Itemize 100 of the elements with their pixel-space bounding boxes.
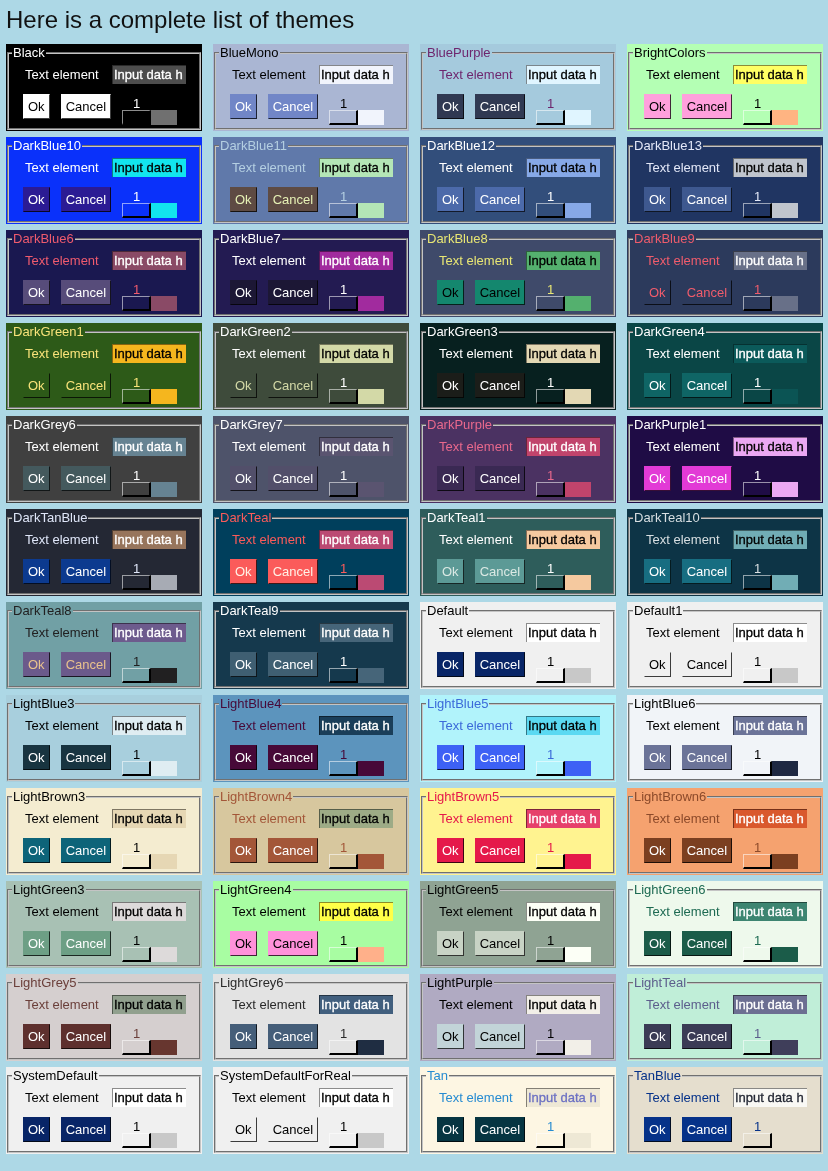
- input-field[interactable]: Input data h: [319, 437, 393, 456]
- cancel-button[interactable]: Cancel: [681, 559, 733, 584]
- cancel-button[interactable]: Cancel: [60, 94, 112, 119]
- slider-thumb[interactable]: [329, 1040, 359, 1055]
- ok-button[interactable]: Ok: [437, 94, 464, 119]
- ok-button[interactable]: Ok: [437, 931, 464, 956]
- slider-track[interactable]: [743, 668, 799, 683]
- cancel-button[interactable]: Cancel: [474, 187, 526, 212]
- cancel-button[interactable]: Cancel: [681, 466, 733, 491]
- input-field[interactable]: Input data h: [319, 530, 393, 549]
- ok-button[interactable]: Ok: [230, 94, 257, 119]
- ok-button[interactable]: Ok: [230, 1024, 257, 1049]
- ok-button[interactable]: Ok: [23, 652, 50, 677]
- ok-button[interactable]: Ok: [23, 187, 50, 212]
- ok-button[interactable]: Ok: [644, 1117, 671, 1142]
- input-field[interactable]: Input data h: [526, 995, 600, 1014]
- ok-button[interactable]: Ok: [230, 280, 257, 305]
- cancel-button[interactable]: Cancel: [681, 1024, 733, 1049]
- ok-button[interactable]: Ok: [230, 1117, 257, 1142]
- input-field[interactable]: Input data h: [112, 344, 186, 363]
- slider-thumb[interactable]: [122, 203, 152, 218]
- slider-track[interactable]: [122, 482, 178, 497]
- cancel-button[interactable]: Cancel: [267, 931, 319, 956]
- slider-track[interactable]: [122, 389, 178, 404]
- slider-thumb[interactable]: [536, 296, 566, 311]
- ok-button[interactable]: Ok: [230, 187, 257, 212]
- slider-thumb[interactable]: [122, 947, 152, 962]
- cancel-button[interactable]: Cancel: [60, 559, 112, 584]
- slider-thumb[interactable]: [122, 761, 152, 776]
- ok-button[interactable]: Ok: [230, 838, 257, 863]
- slider-thumb[interactable]: [536, 854, 566, 869]
- slider-thumb[interactable]: [743, 389, 773, 404]
- slider-track[interactable]: [743, 761, 799, 776]
- cancel-button[interactable]: Cancel: [267, 187, 319, 212]
- slider-thumb[interactable]: [329, 1133, 359, 1148]
- slider-thumb[interactable]: [329, 575, 359, 590]
- cancel-button[interactable]: Cancel: [681, 373, 733, 398]
- cancel-button[interactable]: Cancel: [60, 373, 112, 398]
- slider-thumb[interactable]: [743, 1040, 773, 1055]
- slider-track[interactable]: [536, 575, 592, 590]
- ok-button[interactable]: Ok: [23, 559, 50, 584]
- slider-thumb[interactable]: [743, 668, 773, 683]
- ok-button[interactable]: Ok: [644, 187, 671, 212]
- slider-track[interactable]: [743, 482, 799, 497]
- input-field[interactable]: Input data h: [112, 65, 186, 84]
- ok-button[interactable]: Ok: [23, 280, 50, 305]
- ok-button[interactable]: Ok: [230, 745, 257, 770]
- input-field[interactable]: Input data h: [319, 809, 393, 828]
- cancel-button[interactable]: Cancel: [474, 373, 526, 398]
- ok-button[interactable]: Ok: [644, 280, 671, 305]
- slider-track[interactable]: [329, 668, 385, 683]
- cancel-button[interactable]: Cancel: [60, 652, 112, 677]
- slider-thumb[interactable]: [122, 296, 152, 311]
- ok-button[interactable]: Ok: [437, 1117, 464, 1142]
- ok-button[interactable]: Ok: [23, 373, 50, 398]
- input-field[interactable]: Input data h: [733, 65, 807, 84]
- slider-track[interactable]: [536, 482, 592, 497]
- cancel-button[interactable]: Cancel: [474, 745, 526, 770]
- slider-thumb[interactable]: [743, 575, 773, 590]
- slider-thumb[interactable]: [743, 947, 773, 962]
- ok-button[interactable]: Ok: [644, 652, 671, 677]
- cancel-button[interactable]: Cancel: [60, 466, 112, 491]
- slider-track[interactable]: [743, 575, 799, 590]
- slider-track[interactable]: [329, 854, 385, 869]
- cancel-button[interactable]: Cancel: [267, 652, 319, 677]
- input-field[interactable]: Input data h: [319, 158, 393, 177]
- slider-thumb[interactable]: [743, 482, 773, 497]
- ok-button[interactable]: Ok: [23, 466, 50, 491]
- ok-button[interactable]: Ok: [644, 466, 671, 491]
- input-field[interactable]: Input data h: [112, 437, 186, 456]
- input-field[interactable]: Input data h: [733, 530, 807, 549]
- ok-button[interactable]: Ok: [23, 94, 50, 119]
- input-field[interactable]: Input data h: [733, 344, 807, 363]
- ok-button[interactable]: Ok: [23, 1024, 50, 1049]
- slider-track[interactable]: [122, 1040, 178, 1055]
- cancel-button[interactable]: Cancel: [60, 280, 112, 305]
- input-field[interactable]: Input data h: [112, 158, 186, 177]
- cancel-button[interactable]: Cancel: [474, 931, 526, 956]
- input-field[interactable]: Input data h: [319, 65, 393, 84]
- slider-track[interactable]: [122, 761, 178, 776]
- ok-button[interactable]: Ok: [644, 838, 671, 863]
- slider-thumb[interactable]: [536, 1040, 566, 1055]
- cancel-button[interactable]: Cancel: [60, 1117, 112, 1142]
- slider-track[interactable]: [329, 389, 385, 404]
- ok-button[interactable]: Ok: [230, 373, 257, 398]
- ok-button[interactable]: Ok: [23, 1117, 50, 1142]
- input-field[interactable]: Input data h: [733, 251, 807, 270]
- slider-thumb[interactable]: [536, 668, 566, 683]
- input-field[interactable]: Input data h: [733, 716, 807, 735]
- cancel-button[interactable]: Cancel: [474, 94, 526, 119]
- slider-track[interactable]: [122, 947, 178, 962]
- input-field[interactable]: Input data h: [733, 1088, 807, 1107]
- ok-button[interactable]: Ok: [437, 280, 464, 305]
- slider-thumb[interactable]: [122, 575, 152, 590]
- input-field[interactable]: Input data h: [526, 65, 600, 84]
- cancel-button[interactable]: Cancel: [474, 466, 526, 491]
- slider-track[interactable]: [536, 947, 592, 962]
- input-field[interactable]: Input data h: [733, 809, 807, 828]
- slider-thumb[interactable]: [536, 575, 566, 590]
- slider-track[interactable]: [536, 761, 592, 776]
